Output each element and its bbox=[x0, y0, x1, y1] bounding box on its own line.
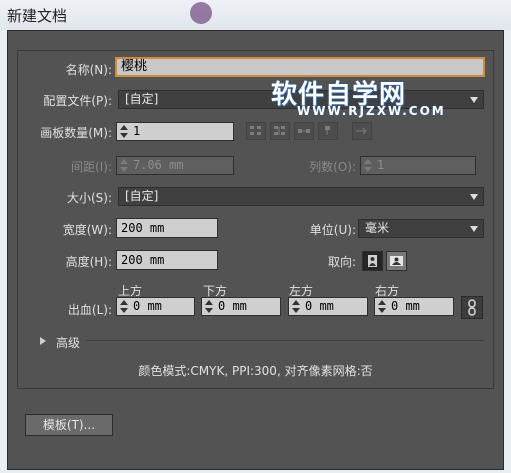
stepper-arrows[interactable] bbox=[203, 299, 215, 314]
landscape-icon bbox=[390, 256, 403, 266]
grid-by-column-icon bbox=[274, 126, 285, 135]
units-select[interactable]: 毫米 bbox=[358, 219, 484, 238]
arrange-by-column-icon bbox=[325, 126, 330, 135]
portrait-icon bbox=[368, 255, 377, 267]
grid-by-column-button[interactable] bbox=[270, 122, 290, 140]
stepper-arrows[interactable] bbox=[290, 299, 302, 314]
size-select[interactable]: [自定] bbox=[118, 187, 484, 206]
window-title: 新建文档 bbox=[7, 7, 68, 25]
orientation-label: 取向: bbox=[327, 255, 356, 269]
bleed-left-stepper[interactable]: 0 mm bbox=[288, 297, 368, 316]
bleed-bottom-value: 0 mm bbox=[218, 299, 247, 313]
templates-button[interactable]: 模板(T)... bbox=[25, 414, 113, 436]
columns-label: 列数(O): bbox=[309, 160, 356, 174]
advanced-label[interactable]: 高级 bbox=[56, 334, 80, 351]
bleed-right-stepper[interactable]: 0 mm bbox=[374, 297, 454, 316]
landscape-button[interactable] bbox=[386, 251, 407, 271]
artboards-stepper[interactable]: 1 bbox=[116, 122, 234, 141]
bleed-left-value: 0 mm bbox=[305, 299, 334, 313]
right-to-left-button[interactable] bbox=[352, 122, 372, 140]
stepper-arrows[interactable] bbox=[376, 299, 388, 314]
watermark-url: WWW.RJZXW.COM bbox=[297, 104, 446, 118]
stepper-arrows[interactable] bbox=[118, 299, 130, 314]
arrange-by-column-button[interactable] bbox=[318, 122, 338, 140]
profile-value: [自定] bbox=[125, 92, 159, 106]
bleed-top-value: 0 mm bbox=[133, 299, 162, 313]
bleed-bottom-stepper[interactable]: 0 mm bbox=[201, 297, 281, 316]
columns-value: 1 bbox=[377, 158, 385, 172]
artboards-value: 1 bbox=[133, 124, 141, 138]
arrange-by-row-icon bbox=[298, 129, 310, 133]
units-value: 毫米 bbox=[365, 221, 390, 235]
grid-by-row-button[interactable] bbox=[246, 122, 266, 140]
stepper-arrows[interactable] bbox=[362, 158, 374, 173]
spacing-label: 间距(I): bbox=[71, 160, 112, 174]
title-bar: 新建文档 bbox=[0, 0, 511, 30]
spacing-value: 7.06 mm bbox=[133, 158, 184, 172]
width-label: 宽度(W): bbox=[62, 223, 112, 237]
link-bleed-button[interactable] bbox=[461, 296, 483, 319]
dropdown-arrow-icon bbox=[470, 226, 478, 232]
advanced-divider bbox=[86, 340, 484, 341]
bleed-top-stepper[interactable]: 0 mm bbox=[116, 297, 195, 316]
portrait-button[interactable] bbox=[362, 251, 383, 271]
profile-label: 配置文件(P): bbox=[43, 94, 112, 108]
bleed-label: 出血(L): bbox=[67, 303, 112, 317]
arrange-by-row-button[interactable] bbox=[294, 122, 314, 140]
dropdown-arrow-icon bbox=[470, 97, 478, 103]
name-label: 名称(N): bbox=[65, 63, 112, 77]
stepper-arrows[interactable] bbox=[118, 124, 130, 139]
background-decoration bbox=[190, 2, 212, 24]
link-bleed-icon bbox=[468, 299, 476, 316]
dropdown-arrow-icon bbox=[470, 194, 478, 200]
width-input[interactable]: 200 mm bbox=[116, 218, 218, 238]
spacing-stepper[interactable]: 7.06 mm bbox=[116, 156, 234, 175]
size-label: 大小(S): bbox=[66, 191, 112, 205]
grid-by-row-icon bbox=[250, 126, 261, 135]
artboards-label: 画板数量(M): bbox=[40, 126, 112, 140]
height-label: 高度(H): bbox=[65, 255, 112, 269]
document-info: 颜色模式:CMYK, PPI:300, 对齐像素网格:否 bbox=[138, 364, 373, 378]
bleed-right-value: 0 mm bbox=[391, 299, 420, 313]
right-to-left-icon bbox=[356, 127, 367, 135]
columns-stepper[interactable]: 1 bbox=[360, 156, 476, 175]
size-value: [自定] bbox=[125, 189, 159, 203]
height-input[interactable]: 200 mm bbox=[116, 250, 218, 270]
stepper-arrows[interactable] bbox=[118, 158, 130, 173]
advanced-expand-icon[interactable] bbox=[40, 337, 46, 345]
units-label: 单位(U): bbox=[309, 223, 356, 237]
